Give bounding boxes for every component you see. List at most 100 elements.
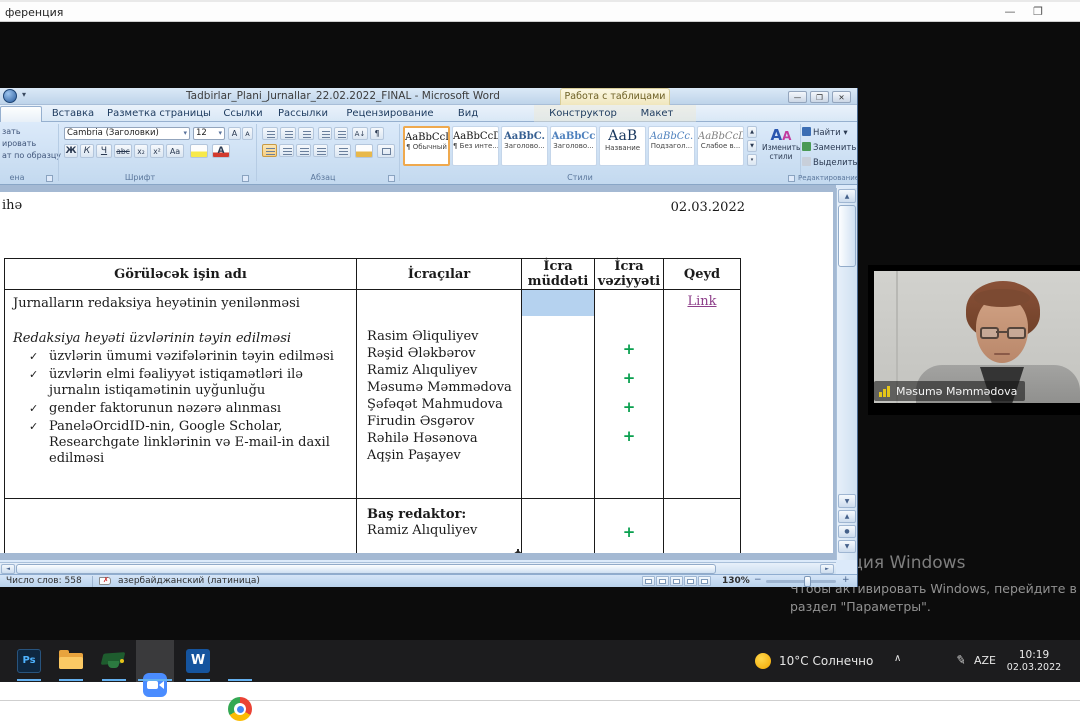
tab-home-partial[interactable] [0,106,42,122]
tab-view[interactable]: Вид [450,105,486,122]
tab-references[interactable]: Ссылки [218,105,268,122]
browse-object-icon[interactable]: ● [838,525,856,538]
font-name-dropdown-icon[interactable]: ▾ [183,128,187,139]
show-paragraph-marks-button[interactable]: ¶ [370,127,384,140]
cell-note[interactable] [664,499,740,553]
cell-task-description[interactable]: Jurnalların redaksiya heyətinin yenilənm… [5,290,357,499]
styles-scroll-up-icon[interactable]: ▲ [747,126,757,138]
zoom-slider-thumb[interactable] [804,576,811,587]
photoshop-icon[interactable]: Ps [17,649,41,673]
scroll-up-icon[interactable]: ▲ [838,189,856,203]
underline-button[interactable]: Ч [96,144,112,158]
meeting-minimize-button[interactable]: — [998,3,1022,21]
scroll-down-icon[interactable]: ▼ [838,494,856,508]
vertical-scrollbar[interactable]: ▲ ▼ ▲ ● ▼ [836,188,857,560]
education-app-icon[interactable] [102,649,126,673]
tray-chevron-icon[interactable]: ∧ [894,653,901,664]
scroll-right-icon[interactable]: ► [820,564,834,574]
line-spacing-button[interactable] [334,144,351,158]
align-left-button[interactable] [262,144,277,157]
replace-button[interactable]: Заменить [802,142,856,155]
style-heading2[interactable]: AaBbCc Заголово... [550,126,597,166]
header-note[interactable]: Qeyd [664,259,740,290]
italic-button[interactable]: К [80,144,94,158]
cell-execution-status[interactable]: + [595,499,664,553]
font-name-combo[interactable]: Cambria (Заголовки)▾ [64,127,190,140]
meeting-restore-button[interactable]: ❐ [1026,3,1050,21]
justify-button[interactable] [313,144,328,157]
zoom-slider-track[interactable] [766,580,836,583]
format-painter-button[interactable]: ат по образцу [2,151,61,160]
styles-launcher-icon[interactable] [788,175,795,182]
grow-font-button[interactable]: A [228,127,241,140]
style-subtitle[interactable]: AaBbCc. Подзагол... [648,126,695,166]
view-web-layout-button[interactable] [670,576,683,586]
spellcheck-icon[interactable]: ✗ [99,577,111,585]
word-app-icon[interactable]: W [186,649,210,673]
chrome-icon[interactable] [228,697,252,721]
pen-icon[interactable]: ✎ [955,652,967,668]
tab-layout[interactable]: Макет [632,105,682,122]
office-button-icon[interactable] [3,89,17,103]
cell-executors[interactable]: Baş redaktor: Ramiz Alıquliyev [357,499,522,553]
styles-scroll-down-icon[interactable]: ▼ [747,140,757,152]
style-normal[interactable]: AaBbCcDc ¶ Обычный [403,126,450,166]
style-title[interactable]: АаВ Название [599,126,646,166]
increase-indent-button[interactable] [334,127,348,140]
clipboard-launcher-icon[interactable] [46,175,53,182]
copy-button[interactable]: ировать [2,139,36,148]
align-center-button[interactable] [279,144,294,157]
font-size-combo[interactable]: 12▾ [193,127,225,140]
shrink-font-button[interactable]: A [242,127,253,140]
text-highlight-button[interactable] [190,144,208,158]
borders-button[interactable] [377,144,395,158]
font-color-button[interactable]: A [212,144,230,158]
tab-page-layout[interactable]: Разметка страницы [104,105,214,122]
word-minimize-button[interactable]: — [788,91,807,103]
align-right-button[interactable] [296,144,311,157]
cut-button[interactable]: зать [2,127,21,136]
language-indicator[interactable]: азербайджанский (латиница) [118,576,260,586]
styles-more-icon[interactable]: ▾ [747,154,757,166]
language-indicator-aze[interactable]: AZE [974,654,996,667]
zoom-app-icon[interactable] [143,673,167,697]
cell-execution-period[interactable] [522,499,595,553]
header-executors[interactable]: İcraçılar [357,259,522,290]
vertical-scroll-thumb[interactable] [838,205,856,267]
style-heading1[interactable]: AaBbC. Заголово... [501,126,548,166]
tab-review[interactable]: Рецензирование [338,105,442,122]
cell-executors[interactable]: Rasim Əliquliyev Rəşid Ələkbərov Ramiz A… [357,290,522,499]
font-size-dropdown-icon[interactable]: ▾ [218,128,222,139]
browse-prev-icon[interactable]: ▲ [838,510,856,523]
cell-task-description[interactable] [5,499,357,553]
numbering-button[interactable] [280,127,296,140]
find-button[interactable]: Найти ▾ [802,127,848,140]
strikethrough-button[interactable]: abc [114,144,132,158]
decrease-indent-button[interactable] [318,127,332,140]
tab-mailings[interactable]: Рассылки [272,105,334,122]
header-execution-period[interactable]: İcra müddəti [522,259,595,290]
sort-button[interactable]: А↓ [352,127,368,140]
horizontal-scrollbar[interactable]: ◄ ► [0,562,836,574]
view-fullscreen-button[interactable] [656,576,669,586]
weather-text[interactable]: 10°C Солнечно [779,654,873,668]
paragraph-launcher-icon[interactable] [388,175,395,182]
cell-execution-period[interactable] [522,290,595,499]
superscript-button[interactable]: x² [150,144,164,158]
scroll-left-icon[interactable]: ◄ [1,564,15,574]
cell-note[interactable]: Link [664,290,740,499]
select-button[interactable]: Выделить ▾ [802,157,858,170]
font-launcher-icon[interactable] [242,175,249,182]
change-styles-button[interactable]: AA Изменить стили [762,125,800,161]
zoom-in-icon[interactable]: + [842,575,850,585]
document-page[interactable]: ihə 02.03.2022 Görüləcək işin adı İcraçı… [0,192,833,553]
tab-design[interactable]: Конструктор [540,105,626,122]
word-restore-button[interactable]: ❐ [810,91,829,103]
multilevel-list-button[interactable] [298,127,314,140]
bold-button[interactable]: Ж [64,144,78,158]
view-draft-button[interactable] [698,576,711,586]
view-outline-button[interactable] [684,576,697,586]
header-task-name[interactable]: Görüləcək işin adı [5,259,357,290]
zoom-out-icon[interactable]: − [754,575,762,585]
shading-button[interactable] [355,144,373,158]
